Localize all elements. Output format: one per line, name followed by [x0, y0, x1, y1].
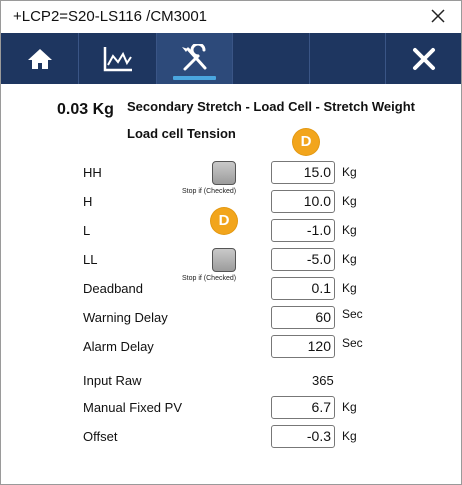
ll-input[interactable]: -5.0 — [271, 248, 335, 271]
toolbar — [1, 33, 461, 84]
tab-trend[interactable] — [79, 33, 157, 84]
home-icon — [27, 48, 52, 69]
hh-label: HH — [83, 165, 102, 180]
h-input[interactable]: 10.0 — [271, 190, 335, 213]
window-close-icon[interactable] — [429, 7, 447, 25]
title-bar: +LCP2=S20-LS116 /CM3001 — [1, 1, 461, 33]
deadband-input[interactable]: 0.1 — [271, 277, 335, 300]
content-panel: 0.03 Kg Secondary Stretch - Load Cell - … — [1, 84, 461, 484]
l-input[interactable]: -1.0 — [271, 219, 335, 242]
deadband-label: Deadband — [83, 281, 143, 296]
manual-fixed-pv-unit: Kg — [342, 400, 357, 414]
deadband-unit: Kg — [342, 281, 357, 295]
manual-fixed-pv-input[interactable]: 6.7 — [271, 396, 335, 419]
ll-unit: Kg — [342, 252, 357, 266]
current-value: 0.03 Kg — [57, 101, 114, 118]
alarm-delay-input[interactable]: 120 — [271, 335, 335, 358]
tab-home[interactable] — [1, 33, 79, 84]
offset-unit: Kg — [342, 429, 357, 443]
tab-empty-1[interactable] — [233, 33, 310, 84]
badge-d-fields: D — [293, 129, 319, 155]
window-title: +LCP2=S20-LS116 /CM3001 — [13, 8, 208, 25]
stop-low-label: Stop if (Checked) — [182, 275, 237, 282]
panel-subtitle: Load cell Tension — [127, 126, 236, 141]
close-icon — [412, 47, 435, 70]
hh-unit: Kg — [342, 165, 357, 179]
l-unit: Kg — [342, 223, 357, 237]
stop-high-label: Stop if (Checked) — [182, 188, 237, 195]
tab-settings[interactable] — [157, 33, 233, 84]
input-raw-label: Input Raw — [83, 373, 142, 388]
h-unit: Kg — [342, 194, 357, 208]
warning-delay-unit: Sec — [342, 307, 363, 321]
tools-icon — [181, 43, 206, 70]
warning-delay-input[interactable]: 60 — [271, 306, 335, 329]
alarm-delay-label: Alarm Delay — [83, 339, 154, 354]
offset-input[interactable]: -0.3 — [271, 425, 335, 448]
tab-empty-2[interactable] — [310, 33, 386, 84]
offset-label: Offset — [83, 429, 118, 444]
alarm-delay-unit: Sec — [342, 336, 363, 350]
trend-chart-icon — [103, 46, 132, 71]
badge-d-checks: D — [211, 208, 237, 234]
active-tab-indicator — [173, 76, 216, 80]
manual-fixed-pv-label: Manual Fixed PV — [83, 400, 182, 415]
stop-low-checkbox[interactable] — [212, 248, 236, 272]
warning-delay-label: Warning Delay — [83, 310, 168, 325]
stop-high-checkbox[interactable] — [212, 161, 236, 185]
hh-input[interactable]: 15.0 — [271, 161, 335, 184]
input-raw-value: 365 — [312, 373, 334, 388]
ll-label: LL — [83, 252, 98, 267]
h-label: H — [83, 194, 93, 209]
dialog-window: +LCP2=S20-LS116 /CM3001 0.03 Kg Secondar… — [0, 0, 462, 485]
panel-title: Secondary Stretch - Load Cell - Stretch … — [127, 99, 415, 114]
l-label: L — [83, 223, 91, 238]
close-button[interactable] — [386, 33, 461, 84]
